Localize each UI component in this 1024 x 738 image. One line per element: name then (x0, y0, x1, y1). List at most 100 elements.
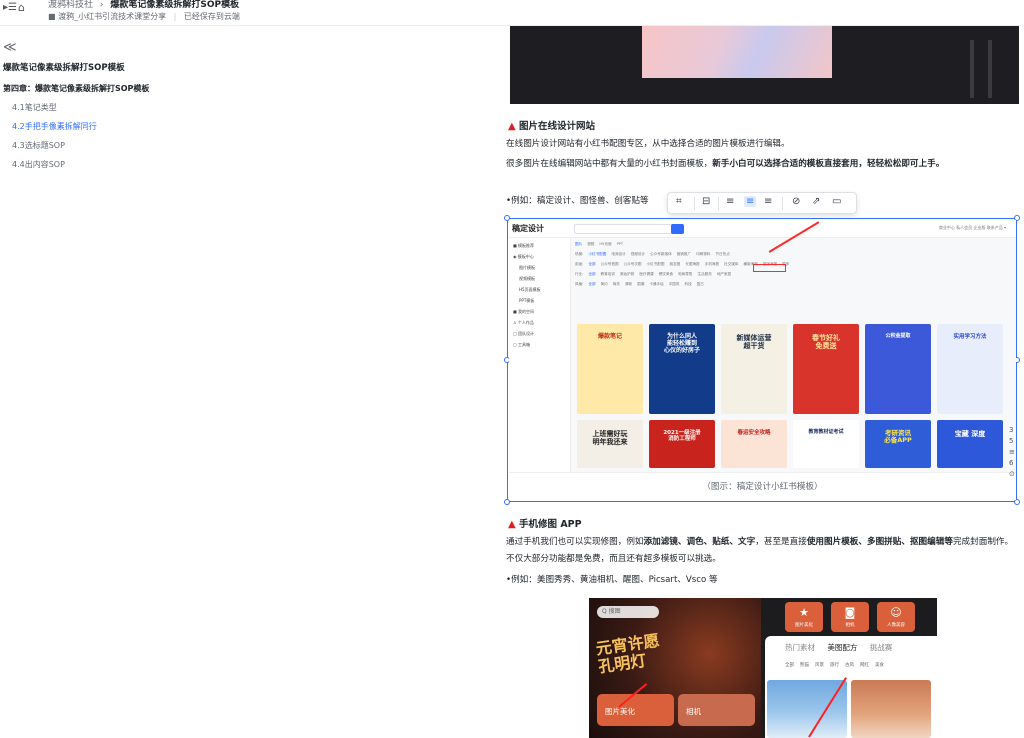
paragraph-bold: 添加滤镜、调色、贴纸、文字 (643, 537, 756, 547)
align-left-icon[interactable]: ≡ (726, 196, 734, 207)
comment-icon[interactable]: ▭ (832, 196, 841, 207)
template-card: 教育教材证考试 (793, 420, 859, 468)
side-widget[interactable]: ⊙ (1009, 469, 1015, 480)
template-card: 考研资讯 必备APP (865, 420, 931, 468)
site-filter-option: 教育培训 (600, 272, 615, 276)
site-filter-row: 场景: 小红书配图 电商设计 视频设计 公众号新媒体 营销推广 印刷物料 节日热点 (575, 252, 1013, 262)
align-center-icon[interactable]: ≡ (744, 196, 757, 207)
side-widget[interactable]: 5 (1009, 436, 1015, 447)
annotation-box (753, 264, 786, 272)
image-bar (970, 40, 974, 98)
site-filter-option: H5页面 (599, 242, 612, 246)
edit-icon[interactable]: ⊘ (792, 196, 800, 207)
template-card-title: 新媒体运营 超干货 (736, 334, 772, 351)
site-filter-option: 美妆护肤 (619, 272, 635, 276)
gaoding-screenshot: 稿定设计 商业中心 私人会员 企业版 联系产品 ▾ ■ 模板推荐 ◉ 模板中心 … (509, 220, 1016, 472)
site-filter-option: 印刷物料 (696, 252, 711, 256)
home-icon[interactable]: ⌂ (18, 1, 25, 14)
phone-app-screenshot: Q 搜图 元宵许愿 孔明灯 图片美化 相机 ★ 图片美化 ◙ 相机 ☺ 人像美容 热门… (589, 598, 937, 738)
site-filter-option: 商务 (612, 282, 620, 286)
phone-tab: 挑战赛 (869, 643, 893, 652)
save-status: 已经保存到云端 (183, 12, 240, 21)
template-card-title: 2021一级注册 消防工程师 (663, 430, 701, 443)
side-widget[interactable]: ≡ (1009, 447, 1015, 458)
phone-tile-label: 人像美容 (887, 623, 905, 628)
crop-icon[interactable]: ⌗ (676, 196, 682, 207)
phone-subtab: 网红 (860, 663, 869, 668)
toc-item[interactable]: 4.4出内容SOP (3, 159, 203, 170)
paragraph: 在线图片设计网站有小红书配图专区，从中选择合适的图片模板进行编辑。 (506, 139, 790, 149)
site-filter-option: 简约 (600, 282, 608, 286)
paragraph: 很多图片在线编辑网站中都有大量的小红书封面模板，新手小白可以选择合适的模板直接套… (506, 156, 1018, 173)
site-filter-option: 手机海报 (704, 262, 720, 266)
caption-icon[interactable]: ⊟ (702, 196, 710, 207)
site-filter-option: 视频 (587, 242, 595, 246)
image-bar (988, 40, 992, 98)
site-side-item: ♙ 个人作品 (513, 320, 534, 325)
phone-tab: 热门素材 (785, 643, 815, 652)
menu-icon[interactable]: ▸☰ (3, 2, 17, 13)
template-card: 为什么同人 能轻松赚到 心仪的好房子 (649, 324, 715, 414)
divider (694, 197, 695, 210)
site-filter-option: 复古 (696, 282, 704, 286)
site-filter-option: 公众号新媒体 (650, 252, 672, 256)
site-filter-option: 小红书配图 (588, 252, 607, 256)
doc-location: ■ 渡鸦_小红书引流技术课堂分享 | 已经保存到云端 (48, 11, 240, 22)
site-filter-option: 公众号首图 (600, 262, 619, 266)
toc-doc-title[interactable]: 爆款笔记像素级拆解打SOP模板 (3, 61, 203, 73)
pink-gradient-card (642, 26, 832, 78)
align-right-icon[interactable]: ≡ (764, 196, 772, 207)
paragraph-example: •例如：稿定设计、图怪兽、创客贴等 (506, 196, 649, 206)
template-card: 新媒体运营 超干货 (721, 324, 787, 414)
site-sidebar: ■ 模板推荐 ◉ 模板中心 图片模板 视频模板 H5页面模板 PPT模板 ■ 我… (509, 238, 571, 472)
toc-item-active[interactable]: 4.2手把手像素拆解同行 (3, 121, 203, 132)
right-side-widgets: 3 5 ≡ 6 ⊙ (1009, 425, 1015, 480)
site-search (574, 224, 684, 234)
phone-subtab: 风景 (815, 663, 824, 668)
section-title: 图片在线设计网站 (519, 121, 596, 132)
paragraph-text: 通过手机我们也可以实现修图，例如 (506, 537, 644, 547)
toc-chapter[interactable]: 第四章：爆款笔记像素级拆解打SOP模板 (3, 83, 203, 94)
template-card: 春运安全攻略 (721, 420, 787, 468)
template-card: 实用学习方法 (937, 324, 1003, 414)
site-header-links: 商业中心 私人会员 企业版 联系产品 ▾ (938, 225, 1006, 230)
phone-tile-label: 相机 (845, 623, 855, 628)
template-card-title: 春节好礼 免费送 (812, 334, 840, 351)
breadcrumb-root[interactable]: 渡鸦科技社 (48, 0, 93, 10)
site-filter-option: 全部 (588, 282, 596, 286)
phone-subtab: 全部 (785, 663, 794, 668)
toc-item[interactable]: 4.1笔记类型 (3, 102, 203, 113)
share-icon[interactable]: ⇗ (812, 196, 820, 207)
side-widget[interactable]: 3 (1009, 425, 1015, 436)
phone-tile: ★ 图片美化 (785, 602, 823, 632)
phone-subtab: 旅行 (830, 663, 839, 668)
template-card-title: 上班需好玩 明年我还来 (592, 430, 628, 447)
phone-subtab: 熊猫 (800, 663, 809, 668)
site-filter-option: 卡通手绘 (649, 282, 664, 286)
phone-banner: Q 搜图 元宵许愿 孔明灯 图片美化 相机 (589, 598, 761, 738)
paragraph-bold: 使用图片模板、多图拼贴、抠图编辑等 (806, 537, 953, 547)
site-filter-option: 全部 (588, 272, 596, 276)
site-filter-option: 营销推广 (676, 252, 692, 256)
breadcrumb: 渡鸦科技社 › 爆款笔记像素级拆解打SOP模板 (48, 0, 239, 10)
site-side-item: PPT模板 (519, 298, 535, 303)
paragraph-example: •例如：美图秀秀、黄油相机、醒图、Picsart、Vsco 等 (506, 575, 718, 585)
phone-tile: ◙ 相机 (831, 602, 869, 632)
side-widget[interactable]: 6 (1009, 458, 1015, 469)
site-logo: 稿定设计 (512, 224, 544, 233)
folder-name[interactable]: 渡鸦_小红书引流技术课堂分享 (58, 12, 166, 21)
phone-photo (851, 680, 931, 738)
phone-calligraphy: 元宵许愿 孔明灯 (594, 630, 661, 677)
table-of-contents: ≪ 爆款笔记像素级拆解打SOP模板 第四章：爆款笔记像素级拆解打SOP模板 4.… (3, 40, 203, 170)
site-filter-option: 社交媒体 (724, 262, 739, 266)
top-bar: ▸☰ ⌂ 渡鸦科技社 › 爆款笔记像素级拆解打SOP模板 ■ 渡鸦_小红书引流技… (0, 0, 1024, 26)
collapse-toc-icon[interactable]: ≪ (3, 40, 203, 55)
section-heading-online-design: ▲ 图片在线设计网站 (508, 118, 595, 132)
divider (782, 197, 783, 210)
template-card-title: 春运安全攻略 (737, 430, 771, 436)
template-card-title: 教育教材证考试 (808, 429, 844, 435)
section-title: 手机修图 APP (519, 519, 582, 530)
paragraph-text: ，甚至是直接 (755, 537, 807, 547)
toc-item[interactable]: 4.3选标题SOP (3, 140, 203, 151)
site-search-button (671, 224, 684, 234)
